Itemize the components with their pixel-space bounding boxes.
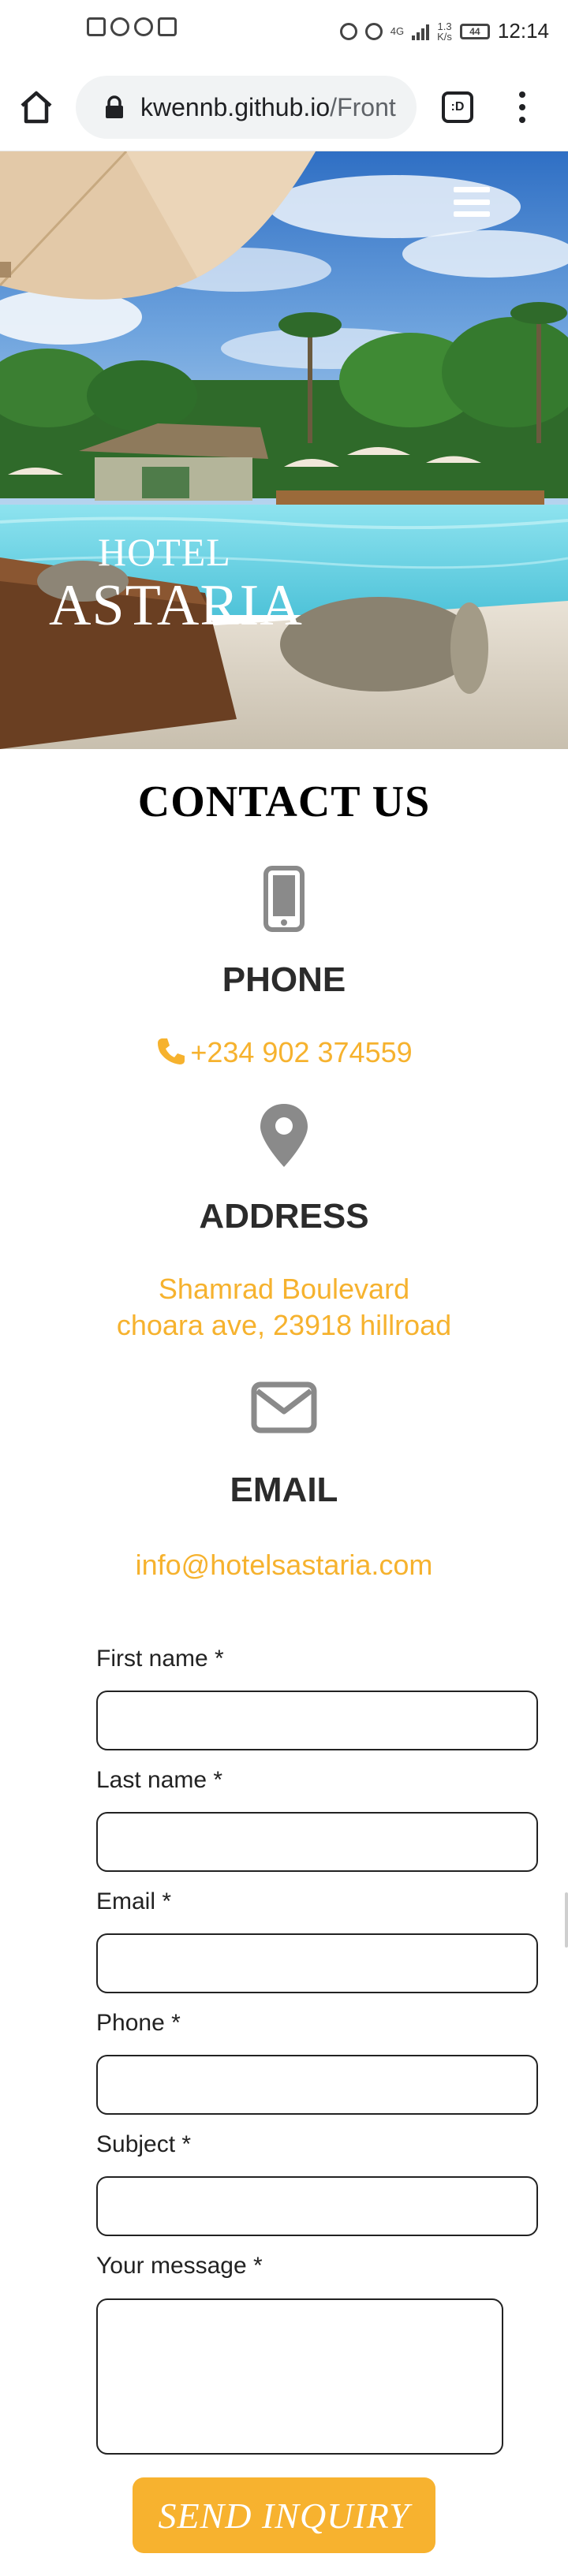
mobile-phone-icon bbox=[263, 866, 305, 932]
browser-notification-icon bbox=[110, 17, 129, 36]
logo-line-1: HOTEL bbox=[98, 530, 231, 574]
message-textarea[interactable] bbox=[96, 2298, 503, 2455]
phone-input[interactable] bbox=[96, 2055, 538, 2115]
home-button[interactable] bbox=[17, 88, 55, 126]
send-inquiry-button[interactable]: SEND INQUIRY bbox=[133, 2477, 435, 2553]
browser-toolbar: kwennb.github.io/Front :D bbox=[0, 63, 568, 151]
url-text: kwennb.github.io/Front bbox=[140, 92, 396, 121]
address-line-2: choara ave, 23918 hillroad bbox=[116, 1309, 452, 1341]
phone-label: Phone * bbox=[96, 2010, 181, 2036]
clock: 12:14 bbox=[497, 19, 549, 43]
battery-saver-icon bbox=[87, 17, 106, 36]
logo-line-2: ASTARIA bbox=[49, 573, 303, 638]
subject-input[interactable] bbox=[96, 2176, 538, 2236]
net-speed: 1.3 K/s bbox=[437, 20, 452, 43]
first-name-label: First name * bbox=[96, 1646, 224, 1672]
home-icon bbox=[21, 91, 52, 124]
phone-number: +234 902 374559 bbox=[190, 1036, 413, 1068]
notification-icons bbox=[87, 17, 177, 36]
signal-icon bbox=[412, 23, 430, 40]
last-name-input[interactable] bbox=[96, 1812, 538, 1872]
envelope-icon bbox=[251, 1381, 317, 1433]
subject-label: Subject * bbox=[96, 2131, 192, 2157]
phone-heading: PHONE bbox=[222, 960, 346, 999]
hero-resort-image bbox=[0, 151, 568, 749]
browser-menu-button[interactable] bbox=[513, 88, 532, 126]
nav-menu-button[interactable] bbox=[454, 187, 490, 217]
alarm-icon bbox=[339, 22, 357, 40]
address-heading: ADDRESS bbox=[199, 1197, 369, 1236]
hero-banner: HOTEL ASTARIA bbox=[0, 151, 568, 749]
system-status: 4G 1.3 K/s 44 12:14 bbox=[339, 19, 549, 43]
email-heading: EMAIL bbox=[230, 1471, 338, 1509]
address-line-1: Shamrad Boulevard bbox=[158, 1273, 410, 1305]
map-pin-icon bbox=[260, 1104, 308, 1167]
address-bar[interactable]: kwennb.github.io/Front bbox=[76, 76, 417, 139]
address-text: Shamrad Boulevard choara ave, 23918 hill… bbox=[0, 1271, 568, 1344]
phone-icon bbox=[158, 1038, 185, 1064]
battery-icon: 44 bbox=[459, 23, 490, 39]
email-label: Email * bbox=[96, 1888, 172, 1914]
app-notification-icon bbox=[158, 17, 177, 36]
contact-title: CONTACT US bbox=[137, 777, 431, 826]
tab-switcher-button[interactable]: :D bbox=[442, 91, 473, 123]
last-name-label: Last name * bbox=[96, 1767, 223, 1793]
whatsapp-icon bbox=[134, 17, 153, 36]
page-scrollbar[interactable] bbox=[565, 1892, 568, 1948]
status-bar: 4G 1.3 K/s 44 12:14 bbox=[0, 0, 568, 63]
email-link[interactable]: info@hotelsastaria.com bbox=[0, 1547, 568, 1583]
lock-icon bbox=[106, 95, 123, 118]
network-type: 4G bbox=[390, 25, 405, 37]
message-label: Your message * bbox=[96, 2253, 263, 2279]
email-input[interactable] bbox=[96, 1933, 538, 1993]
hotel-logo[interactable]: HOTEL ASTARIA bbox=[49, 530, 303, 638]
first-name-input[interactable] bbox=[96, 1691, 538, 1750]
do-not-disturb-icon bbox=[364, 22, 383, 40]
phone-link[interactable]: +234 902 374559 bbox=[0, 1035, 568, 1071]
